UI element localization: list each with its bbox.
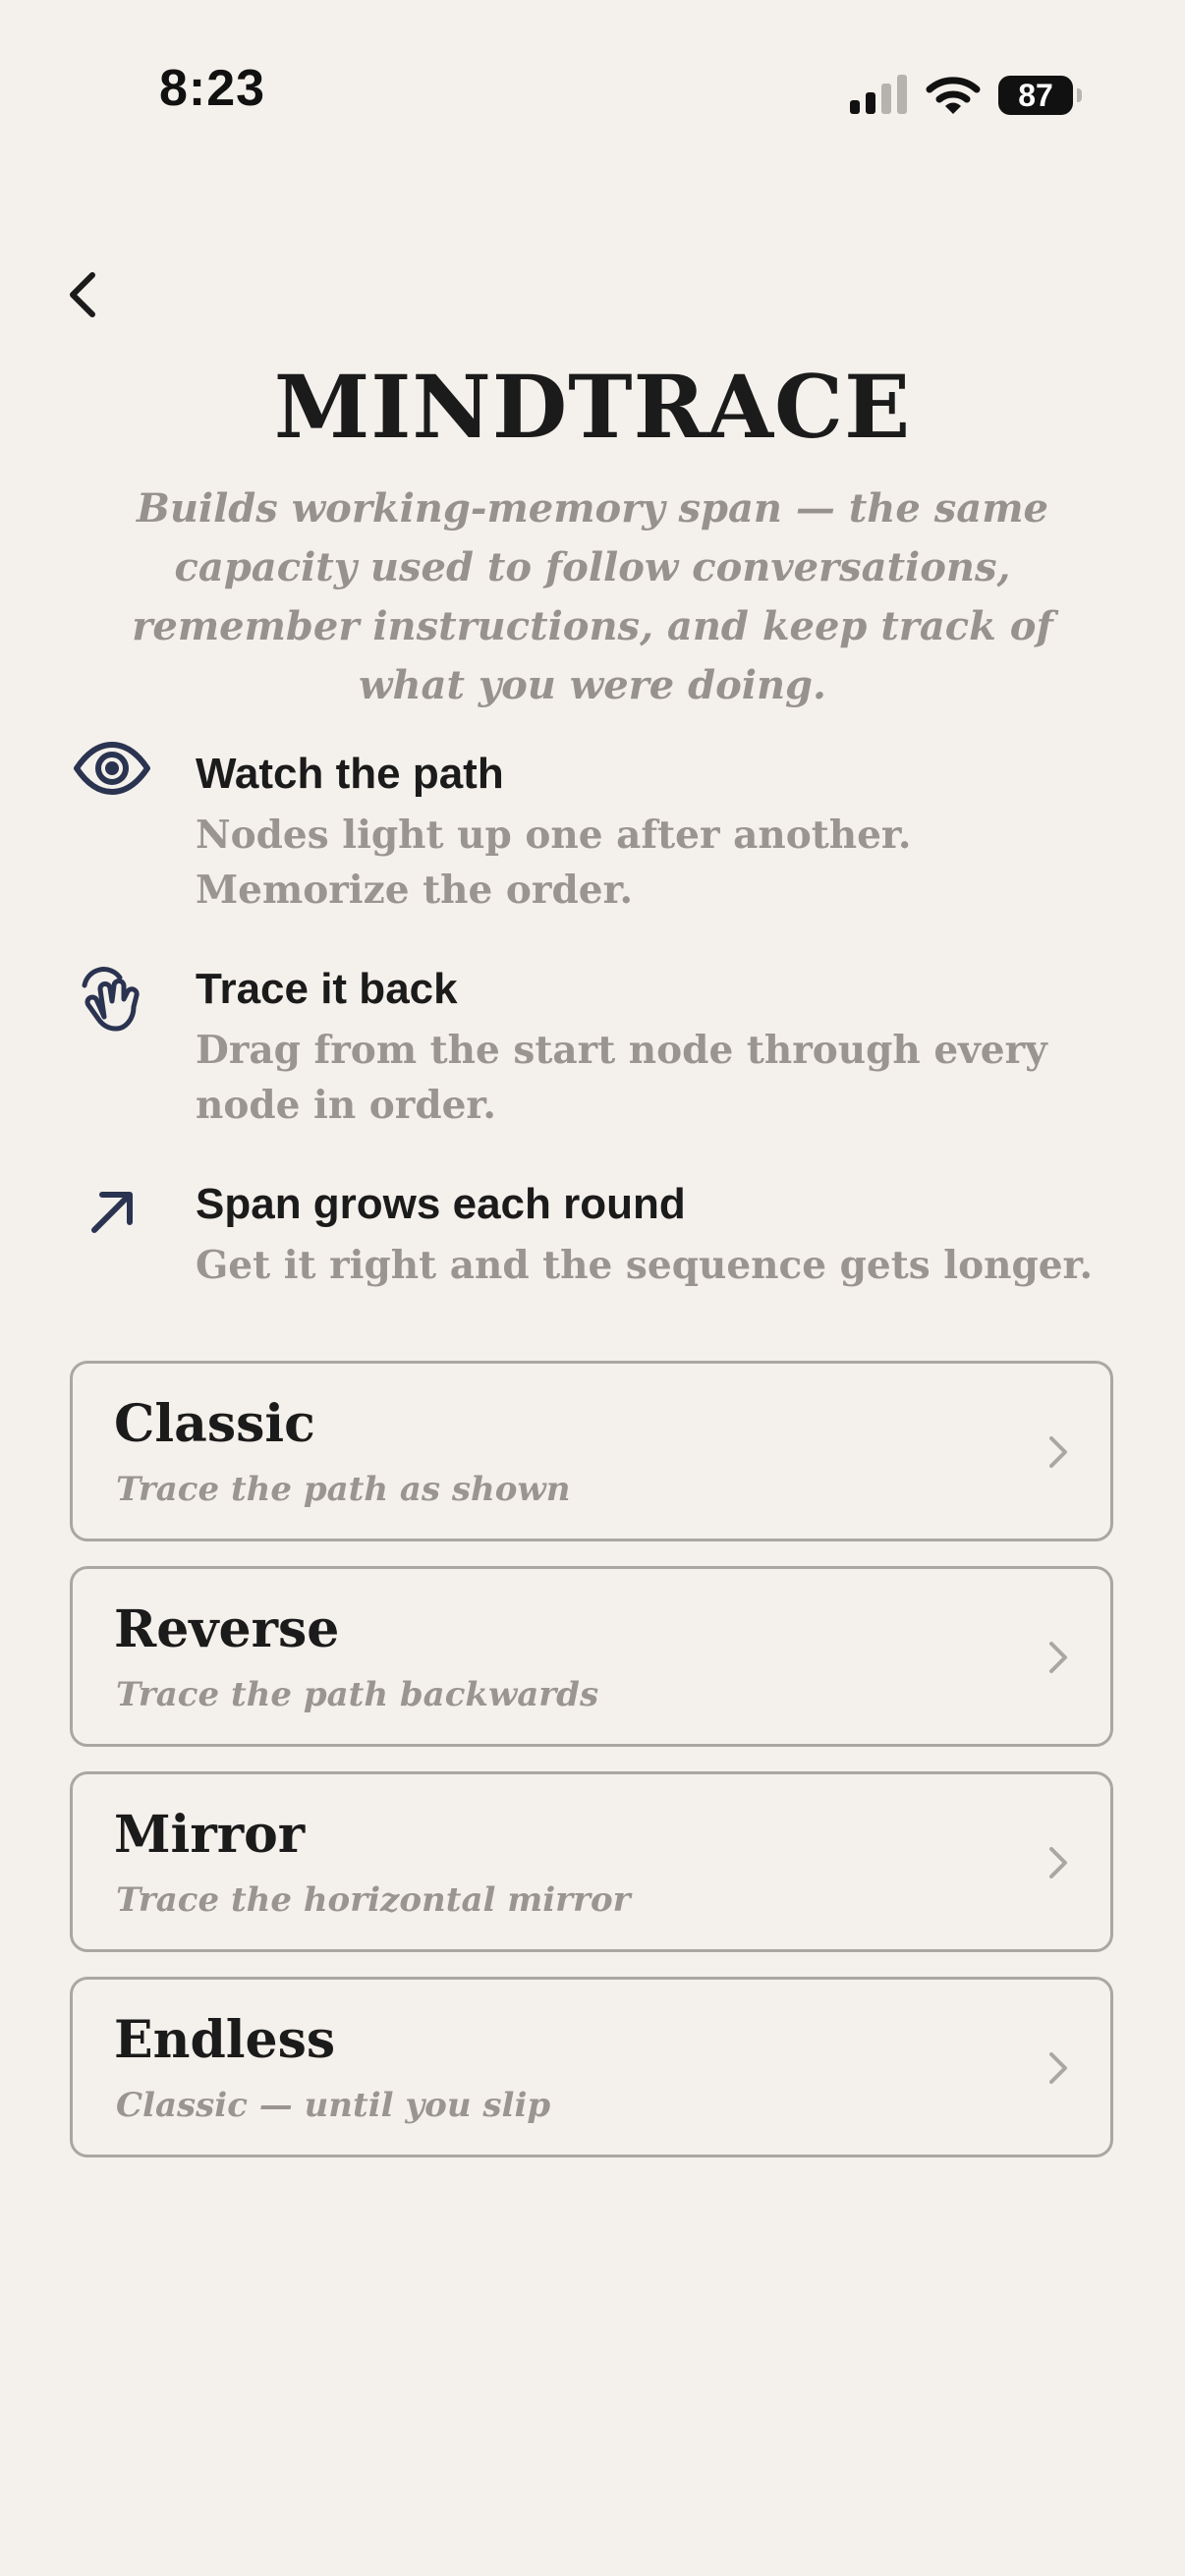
eye-icon <box>74 742 150 795</box>
mode-card-mirror[interactable]: Mirror Trace the horizontal mirror <box>70 1771 1113 1952</box>
mode-name: Mirror <box>114 1805 306 1865</box>
battery-tip <box>1077 88 1082 102</box>
step-title: Watch the path <box>196 750 504 798</box>
tap-hand-icon <box>82 967 140 1032</box>
chevron-right-icon <box>1049 1436 1067 1468</box>
chevron-right-icon <box>1049 2052 1067 2084</box>
chevron-right-icon <box>1049 1642 1067 1673</box>
mode-name: Classic <box>114 1394 315 1454</box>
step-title: Span grows each round <box>196 1180 686 1228</box>
battery-icon: 87 <box>998 76 1082 115</box>
mode-description: Classic — until you slip <box>116 2086 551 2125</box>
chevron-right-icon <box>1049 1847 1067 1878</box>
page-title: MINDTRACE <box>273 356 912 458</box>
back-button[interactable] <box>59 263 110 326</box>
wifi-icon <box>926 77 981 114</box>
mode-description: Trace the path backwards <box>116 1675 599 1714</box>
mode-card-endless[interactable]: Endless Classic — until you slip <box>70 1977 1113 2157</box>
mode-card-classic[interactable]: Classic Trace the path as shown <box>70 1361 1113 1541</box>
step-description: Get it right and the sequence gets longe… <box>196 1243 1094 1288</box>
mode-description: Trace the path as shown <box>116 1470 571 1509</box>
page-subtitle: Builds working-memory span — the same ca… <box>132 485 1053 708</box>
step-description: Nodes light up one after another. Memori… <box>196 812 912 913</box>
chevron-left-icon <box>70 272 95 317</box>
status-bar: 8:23 87 <box>0 0 1185 196</box>
step-description: Drag from the start node through every n… <box>196 1028 1047 1128</box>
mode-description: Trace the horizontal mirror <box>116 1880 631 1920</box>
mode-name: Endless <box>114 2010 336 2070</box>
cellular-signal-icon <box>850 75 907 114</box>
battery-level: 87 <box>998 76 1073 115</box>
mode-card-reverse[interactable]: Reverse Trace the path backwards <box>70 1566 1113 1747</box>
step-title: Trace it back <box>196 965 458 1013</box>
status-time: 8:23 <box>159 60 266 117</box>
arrow-up-right-icon <box>91 1192 133 1233</box>
mode-name: Reverse <box>114 1599 340 1659</box>
